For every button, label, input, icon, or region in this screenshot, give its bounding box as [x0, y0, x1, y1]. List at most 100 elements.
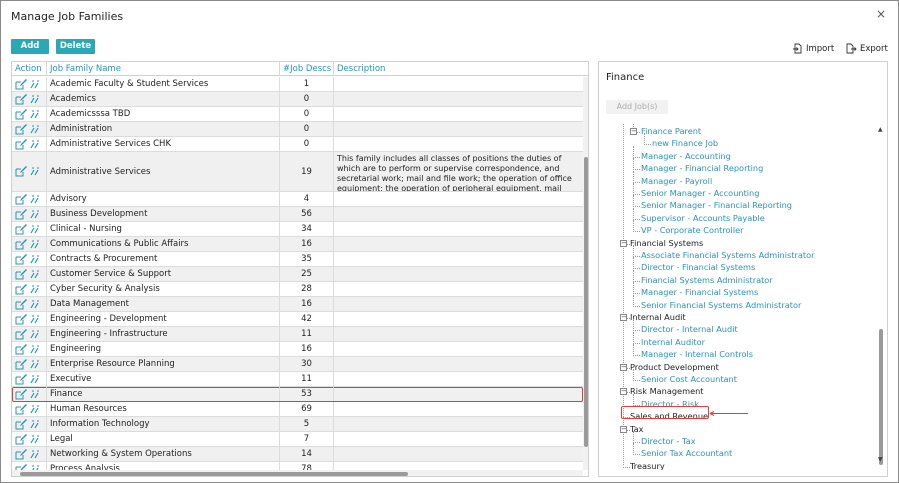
- edit-icon[interactable]: [15, 358, 27, 370]
- close-icon[interactable]: ×: [876, 7, 886, 21]
- jobs-icon[interactable]: [29, 449, 41, 460]
- tree-job-link[interactable]: Manager - Financial Systems: [641, 287, 758, 298]
- tree-group-node[interactable]: Product Development: [630, 362, 719, 373]
- collapse-icon[interactable]: −: [620, 314, 627, 321]
- edit-icon[interactable]: [15, 78, 27, 90]
- edit-icon[interactable]: [15, 388, 27, 400]
- tree-job-link[interactable]: Manager - Financial Reporting: [641, 163, 763, 174]
- jobs-icon[interactable]: [29, 299, 41, 310]
- tree-scrollbar[interactable]: ▲ ▼: [878, 124, 884, 465]
- jobs-icon[interactable]: [29, 209, 41, 220]
- edit-icon[interactable]: [15, 298, 27, 310]
- jobs-icon[interactable]: [29, 224, 41, 235]
- jobs-icon[interactable]: [29, 344, 41, 355]
- edit-icon[interactable]: [15, 343, 27, 355]
- table-row[interactable]: Academicsssa TBD 0: [12, 107, 583, 122]
- table-row[interactable]: Human Resources 69: [12, 402, 583, 417]
- jobs-icon[interactable]: [29, 79, 41, 90]
- edit-icon[interactable]: [15, 373, 27, 385]
- tree-job-link[interactable]: Internal Auditor: [641, 337, 705, 348]
- tree-job-link[interactable]: Associate Financial Systems Administrato…: [641, 250, 814, 261]
- table-row[interactable]: Finance 53: [12, 387, 583, 402]
- table-row[interactable]: Administrative Services CHK 0: [12, 137, 583, 152]
- jobs-icon[interactable]: [29, 359, 41, 370]
- table-row[interactable]: Legal 7: [12, 432, 583, 447]
- tree-job-link[interactable]: Manager - Accounting: [641, 151, 731, 162]
- edit-icon[interactable]: [15, 238, 27, 250]
- table-row[interactable]: Networking & System Operations 14: [12, 447, 583, 462]
- table-row[interactable]: Customer Service & Support 25: [12, 267, 583, 282]
- table-row[interactable]: Information Technology 5: [12, 417, 583, 432]
- tree-job-link[interactable]: VP - Corporate Controller: [641, 225, 744, 236]
- tree-group-node[interactable]: Financial Systems: [630, 238, 703, 249]
- tree-job-link[interactable]: new Finance Job: [652, 138, 718, 149]
- edit-icon[interactable]: [15, 268, 27, 280]
- header-job-descs[interactable]: #Job Descs: [280, 62, 334, 76]
- edit-icon[interactable]: [15, 328, 27, 340]
- edit-icon[interactable]: [15, 166, 27, 177]
- collapse-icon[interactable]: −: [620, 363, 627, 371]
- table-row[interactable]: Administrative Services 19 This family inc…: [12, 152, 583, 192]
- table-row[interactable]: Data Management 16: [12, 297, 583, 312]
- edit-icon[interactable]: [15, 223, 27, 235]
- export-button[interactable]: Export: [846, 43, 888, 54]
- edit-icon[interactable]: [15, 253, 27, 265]
- table-row[interactable]: Academic Faculty & Student Services 1: [12, 77, 583, 92]
- tree-job-link[interactable]: Senior Manager - Accounting: [641, 188, 759, 199]
- collapse-icon[interactable]: −: [620, 239, 627, 247]
- table-row[interactable]: Advisory 4: [12, 192, 583, 207]
- table-row[interactable]: Process Analysis 78: [12, 462, 583, 470]
- edit-icon[interactable]: [15, 448, 27, 460]
- scroll-up-icon[interactable]: ▲: [878, 126, 883, 133]
- edit-icon[interactable]: [15, 93, 27, 105]
- edit-icon[interactable]: [15, 108, 27, 120]
- edit-icon[interactable]: [15, 138, 27, 150]
- table-row[interactable]: Contracts & Procurement 35: [12, 252, 583, 267]
- tree-job-link[interactable]: Senior Manager - Financial Reporting: [641, 200, 792, 211]
- tree-job-link[interactable]: Supervisor - Accounts Payable: [641, 213, 765, 224]
- tree-job-link[interactable]: Manager - Payroll: [641, 176, 712, 187]
- table-row[interactable]: Clinical - Nursing 34: [12, 222, 583, 237]
- table-row[interactable]: Administration 0: [12, 122, 583, 137]
- jobs-icon[interactable]: [29, 419, 41, 430]
- tree-group-node[interactable]: Risk Management: [630, 386, 704, 397]
- tree-job-link[interactable]: Director - Internal Audit: [641, 324, 738, 335]
- tree-group-node[interactable]: Finance Parent: [641, 126, 701, 137]
- add-jobs-button[interactable]: Add Job(s): [606, 100, 668, 114]
- jobs-icon[interactable]: [29, 166, 41, 177]
- jobs-icon[interactable]: [29, 284, 41, 295]
- header-action[interactable]: Action: [12, 62, 47, 76]
- table-row[interactable]: Academics 0: [12, 92, 583, 107]
- tree-job-link[interactable]: Manager - Internal Controls: [641, 349, 753, 360]
- tree-job-link[interactable]: Financial Systems Administrator: [641, 275, 773, 286]
- edit-icon[interactable]: [15, 283, 27, 295]
- tree-job-link[interactable]: Senior Tax Accountant: [641, 448, 732, 459]
- delete-button[interactable]: Delete: [56, 39, 95, 54]
- jobs-icon[interactable]: [29, 109, 41, 120]
- tree-job-link[interactable]: Director - Tax: [641, 436, 696, 447]
- scroll-thumb[interactable]: [584, 157, 588, 447]
- tree-job-link[interactable]: Director - Financial Systems: [641, 262, 755, 273]
- table-row[interactable]: Engineering - Infrastructure 11: [12, 327, 583, 342]
- table-row[interactable]: Executive 11: [12, 372, 583, 387]
- jobs-icon[interactable]: [29, 124, 41, 135]
- edit-icon[interactable]: [15, 208, 27, 220]
- edit-icon[interactable]: [15, 123, 27, 135]
- tree-job-link[interactable]: Senior Financial Systems Administrator: [641, 300, 801, 311]
- collapse-icon[interactable]: −: [620, 388, 627, 396]
- add-button[interactable]: Add: [11, 39, 49, 54]
- table-row[interactable]: Engineering - Development 42: [12, 312, 583, 327]
- edit-icon[interactable]: [15, 433, 27, 445]
- edit-icon[interactable]: [15, 193, 27, 205]
- scroll-thumb[interactable]: [879, 329, 883, 465]
- table-row[interactable]: Engineering 16: [12, 342, 583, 357]
- table-row[interactable]: Cyber Security & Analysis 28: [12, 282, 583, 297]
- table-row[interactable]: Business Development 56: [12, 207, 583, 222]
- edit-icon[interactable]: [15, 313, 27, 325]
- jobs-icon[interactable]: [29, 404, 41, 415]
- table-row[interactable]: Communications & Public Affairs 16: [12, 237, 583, 252]
- tree-group-node[interactable]: Treasury: [630, 461, 665, 470]
- tree-job-link[interactable]: Senior Cost Accountant: [641, 374, 737, 385]
- header-job-family-name[interactable]: Job Family Name: [47, 62, 280, 76]
- scroll-down-icon[interactable]: ▼: [878, 456, 883, 463]
